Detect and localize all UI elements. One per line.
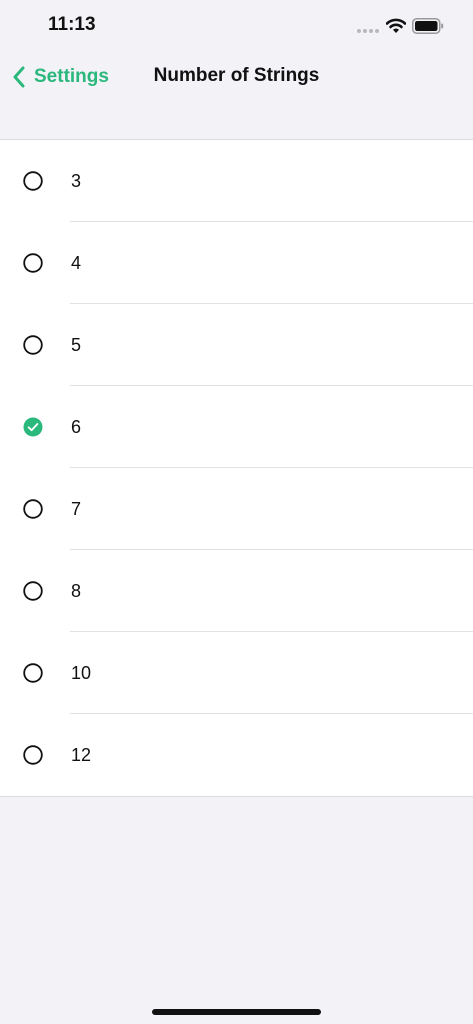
- option-row[interactable]: 7: [0, 468, 473, 550]
- option-label: 7: [71, 499, 82, 519]
- option-row[interactable]: 10: [0, 632, 473, 714]
- option-row-selected[interactable]: 6: [0, 386, 473, 468]
- battery-icon: [412, 18, 444, 34]
- wifi-icon: [386, 18, 406, 33]
- option-row[interactable]: 12: [0, 714, 473, 796]
- radio-unselected-icon[interactable]: [23, 253, 43, 273]
- option-label: 10: [71, 663, 92, 683]
- back-button[interactable]: Settings: [12, 62, 109, 92]
- option-label: 4: [71, 253, 82, 273]
- radio-unselected-icon[interactable]: [23, 335, 43, 355]
- option-label: 6: [71, 417, 82, 437]
- option-row[interactable]: 3: [0, 140, 473, 222]
- option-label: 5: [71, 335, 82, 355]
- option-row[interactable]: 4: [0, 222, 473, 304]
- option-label: 3: [71, 171, 82, 191]
- status-bar: 11:13: [0, 0, 473, 52]
- signal-dots-icon: [357, 29, 379, 33]
- radio-unselected-icon[interactable]: [23, 499, 43, 519]
- status-time: 11:13: [48, 14, 96, 35]
- back-button-label: Settings: [34, 66, 109, 87]
- radio-unselected-icon[interactable]: [23, 663, 43, 683]
- navigation-bar: Number of Strings Settings: [0, 52, 473, 102]
- option-row[interactable]: 8: [0, 550, 473, 632]
- checkmark-circle-icon[interactable]: [23, 417, 43, 437]
- home-indicator[interactable]: [152, 1009, 321, 1015]
- radio-unselected-icon[interactable]: [23, 745, 43, 765]
- option-label: 12: [71, 745, 92, 765]
- radio-unselected-icon[interactable]: [23, 171, 43, 191]
- radio-unselected-icon[interactable]: [23, 581, 43, 601]
- chevron-left-icon: [13, 66, 25, 88]
- string-count-options-list: 3 4 5 6 7 8 10 12: [0, 139, 473, 797]
- option-label: 8: [71, 581, 82, 601]
- option-row[interactable]: 5: [0, 304, 473, 386]
